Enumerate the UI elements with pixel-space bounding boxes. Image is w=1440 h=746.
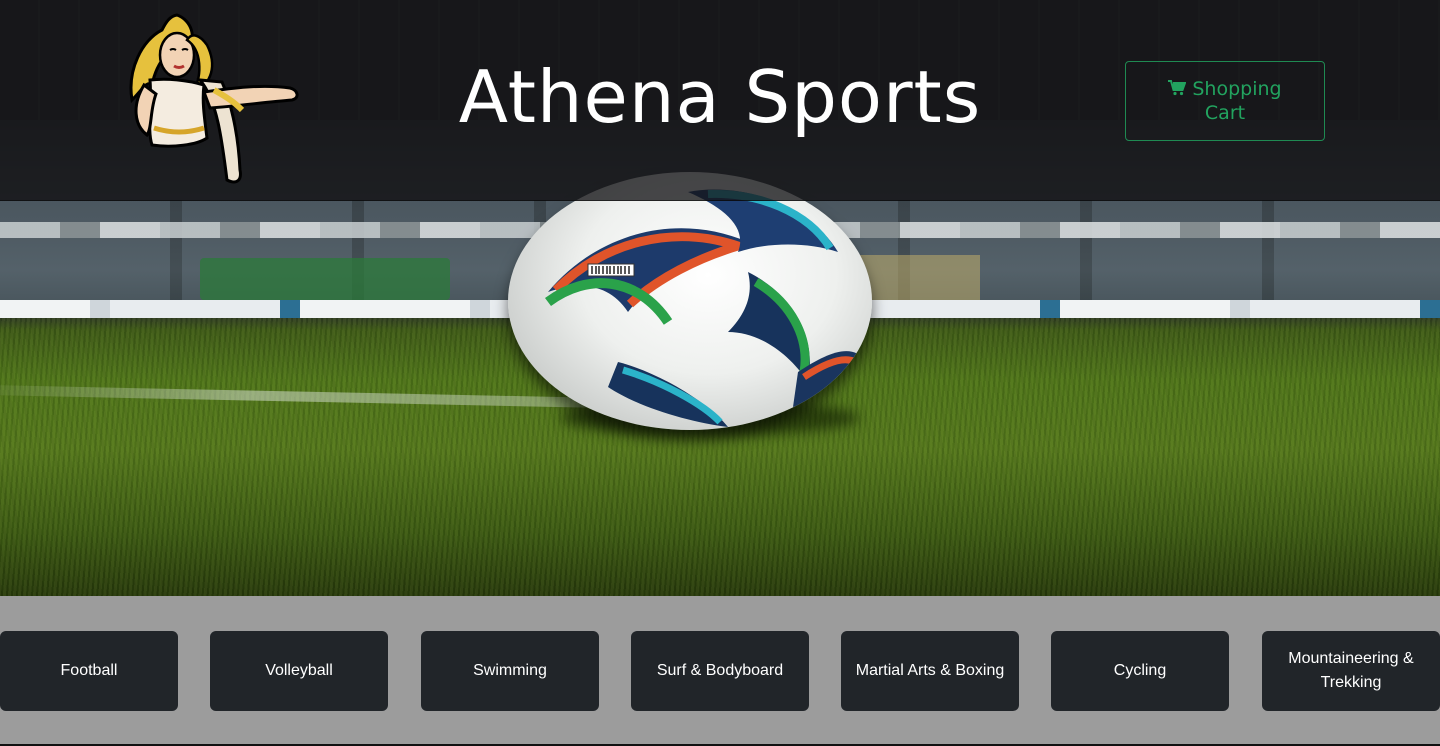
category-swimming-button[interactable]: Swimming [421, 631, 599, 711]
category-volleyball-button[interactable]: Volleyball [210, 631, 388, 711]
category-martial-arts-boxing-button[interactable]: Martial Arts & Boxing [841, 631, 1019, 711]
category-surf-bodyboard-button[interactable]: Surf & Bodyboard [631, 631, 809, 711]
soccer-ball-image [508, 172, 872, 430]
category-football-button[interactable]: Football [0, 631, 178, 711]
shopping-cart-button[interactable]: Shopping Cart [1125, 61, 1325, 141]
site-title: Athena Sports [458, 55, 982, 139]
shopping-cart-label: Shopping Cart [1192, 78, 1282, 124]
stadium-banner [200, 258, 450, 300]
category-mountaineering-trekking-button[interactable]: Mountaineering & Trekking [1262, 631, 1440, 711]
site-header: Athena Sports Shopping Cart [0, 0, 1440, 201]
category-nav: Football Volleyball Swimming Surf & Body… [0, 596, 1440, 744]
athena-goddess-logo-icon[interactable] [122, 10, 302, 188]
category-cycling-button[interactable]: Cycling [1051, 631, 1229, 711]
cart-icon [1168, 80, 1187, 96]
